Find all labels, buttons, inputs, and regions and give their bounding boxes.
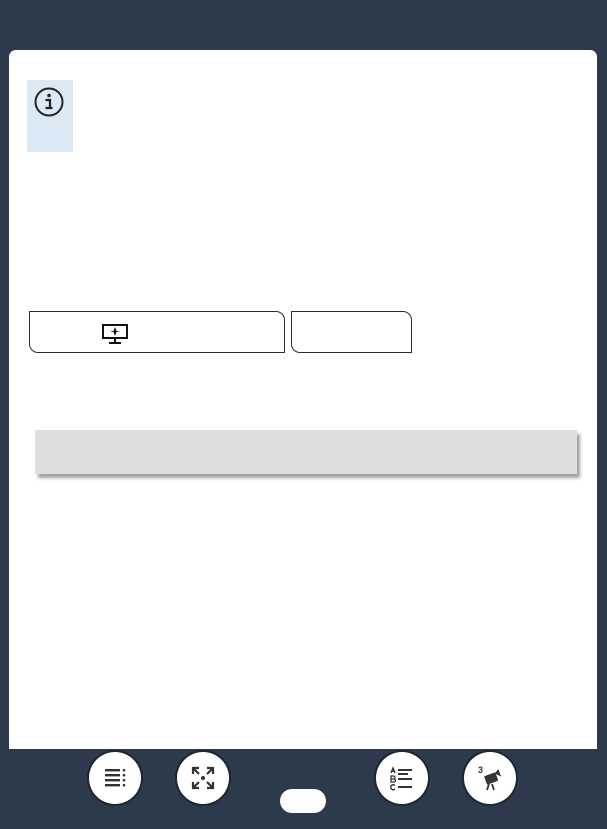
- contents-icon: [105, 768, 126, 787]
- bottom-navigation: 3: [0, 749, 607, 829]
- mode-box-secondary: [291, 311, 412, 353]
- camera-mode-icon: 3: [478, 765, 502, 791]
- fullscreen-icon: [191, 766, 215, 790]
- document-page: [9, 50, 597, 749]
- mode-box-primary: [29, 311, 285, 353]
- index-button[interactable]: [376, 752, 428, 804]
- mode-icon: [102, 324, 128, 344]
- section-heading-bar: [35, 430, 577, 474]
- camera-mode-button[interactable]: 3: [464, 752, 516, 804]
- info-note: [27, 80, 73, 152]
- page-indicator: [280, 789, 326, 813]
- contents-button[interactable]: [89, 752, 141, 804]
- fullscreen-button[interactable]: [177, 752, 229, 804]
- info-icon: [34, 87, 64, 117]
- camera-mode-badge: 3: [478, 765, 483, 775]
- index-icon: [390, 766, 412, 791]
